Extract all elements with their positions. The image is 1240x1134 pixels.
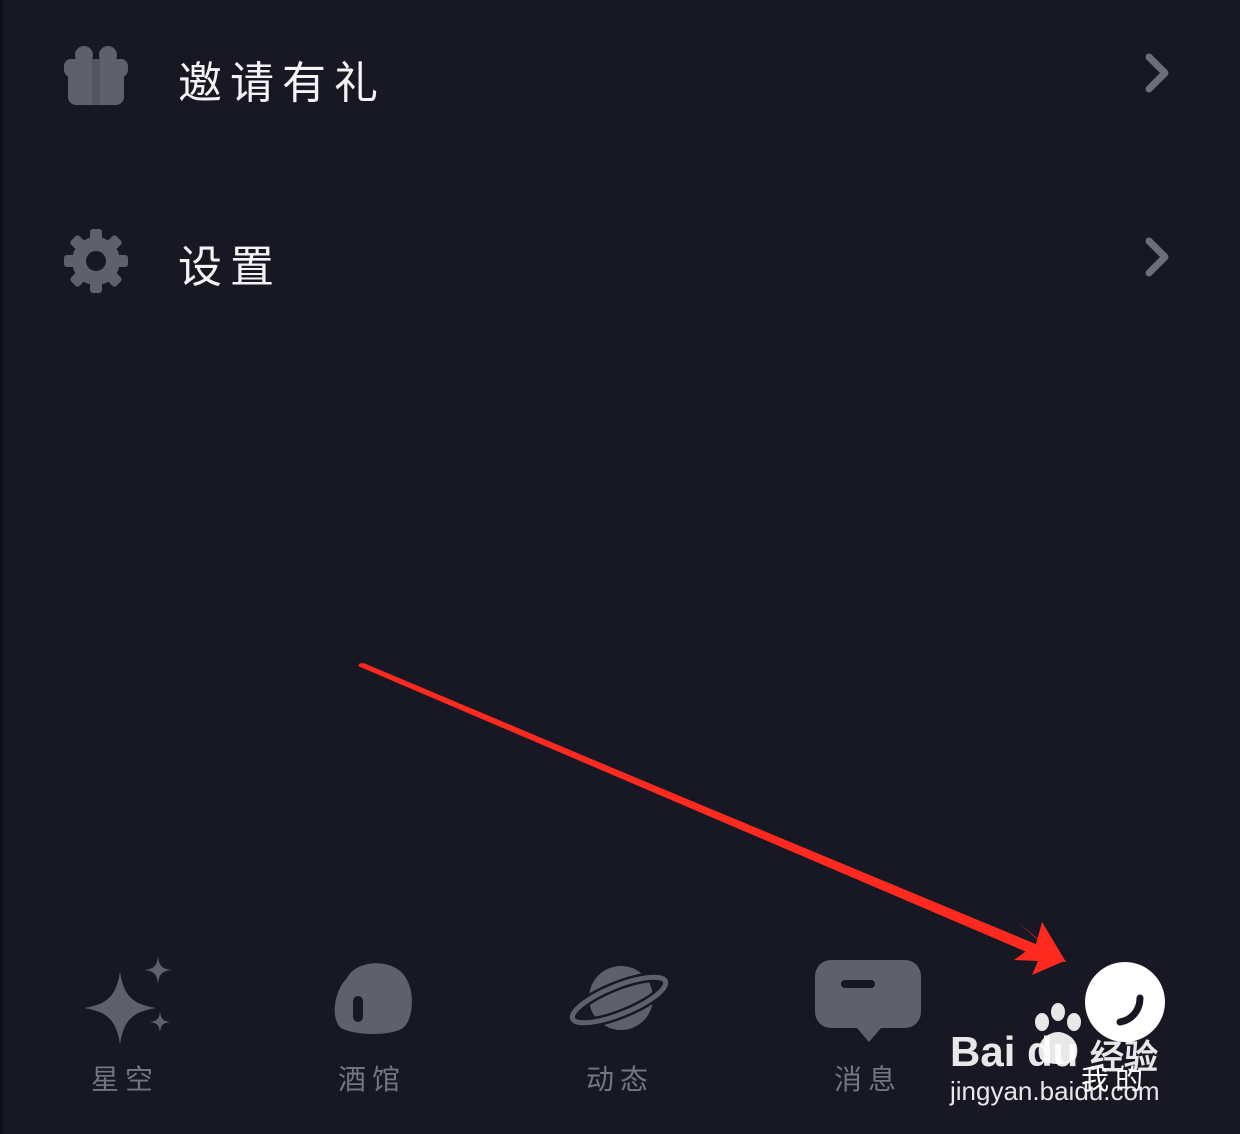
planet-icon bbox=[567, 966, 671, 1030]
sparkle-icon bbox=[84, 956, 172, 1044]
gear-icon bbox=[64, 229, 128, 293]
tab-label: 我的 bbox=[1080, 1063, 1149, 1096]
menu-item-settings[interactable]: 设置 bbox=[0, 179, 1240, 339]
gift-icon bbox=[64, 46, 128, 105]
chevron-right-icon bbox=[1145, 237, 1169, 277]
tab-tavern[interactable]: 酒馆 bbox=[282, 930, 462, 1120]
my-page-screen: 邀请有礼 设置 星空 酒馆 动态 消息 我的 Bai du 经验 jingyan… bbox=[0, 0, 1240, 1134]
tab-messages[interactable]: 消息 bbox=[778, 930, 958, 1120]
tab-feed[interactable]: 动态 bbox=[530, 930, 710, 1120]
tab-mine[interactable]: 我的 bbox=[1025, 930, 1205, 1120]
tab-label: 消息 bbox=[833, 1063, 902, 1096]
menu-item-label: 设置 bbox=[178, 242, 282, 293]
menu-item-label: 邀请有礼 bbox=[178, 58, 386, 109]
chevron-right-icon bbox=[1145, 53, 1169, 93]
tavern-icon bbox=[334, 963, 412, 1034]
tab-label: 星空 bbox=[90, 1063, 159, 1096]
tab-label: 动态 bbox=[585, 1063, 654, 1096]
bottom-tab-bar: 星空 酒馆 动态 消息 我的 bbox=[0, 930, 1240, 1134]
tab-label: 酒馆 bbox=[337, 1063, 406, 1096]
menu-item-invite[interactable]: 邀请有礼 bbox=[0, 0, 1240, 155]
profile-icon bbox=[1085, 962, 1165, 1042]
tab-starry-sky[interactable]: 星空 bbox=[35, 930, 215, 1120]
message-icon bbox=[815, 960, 921, 1042]
